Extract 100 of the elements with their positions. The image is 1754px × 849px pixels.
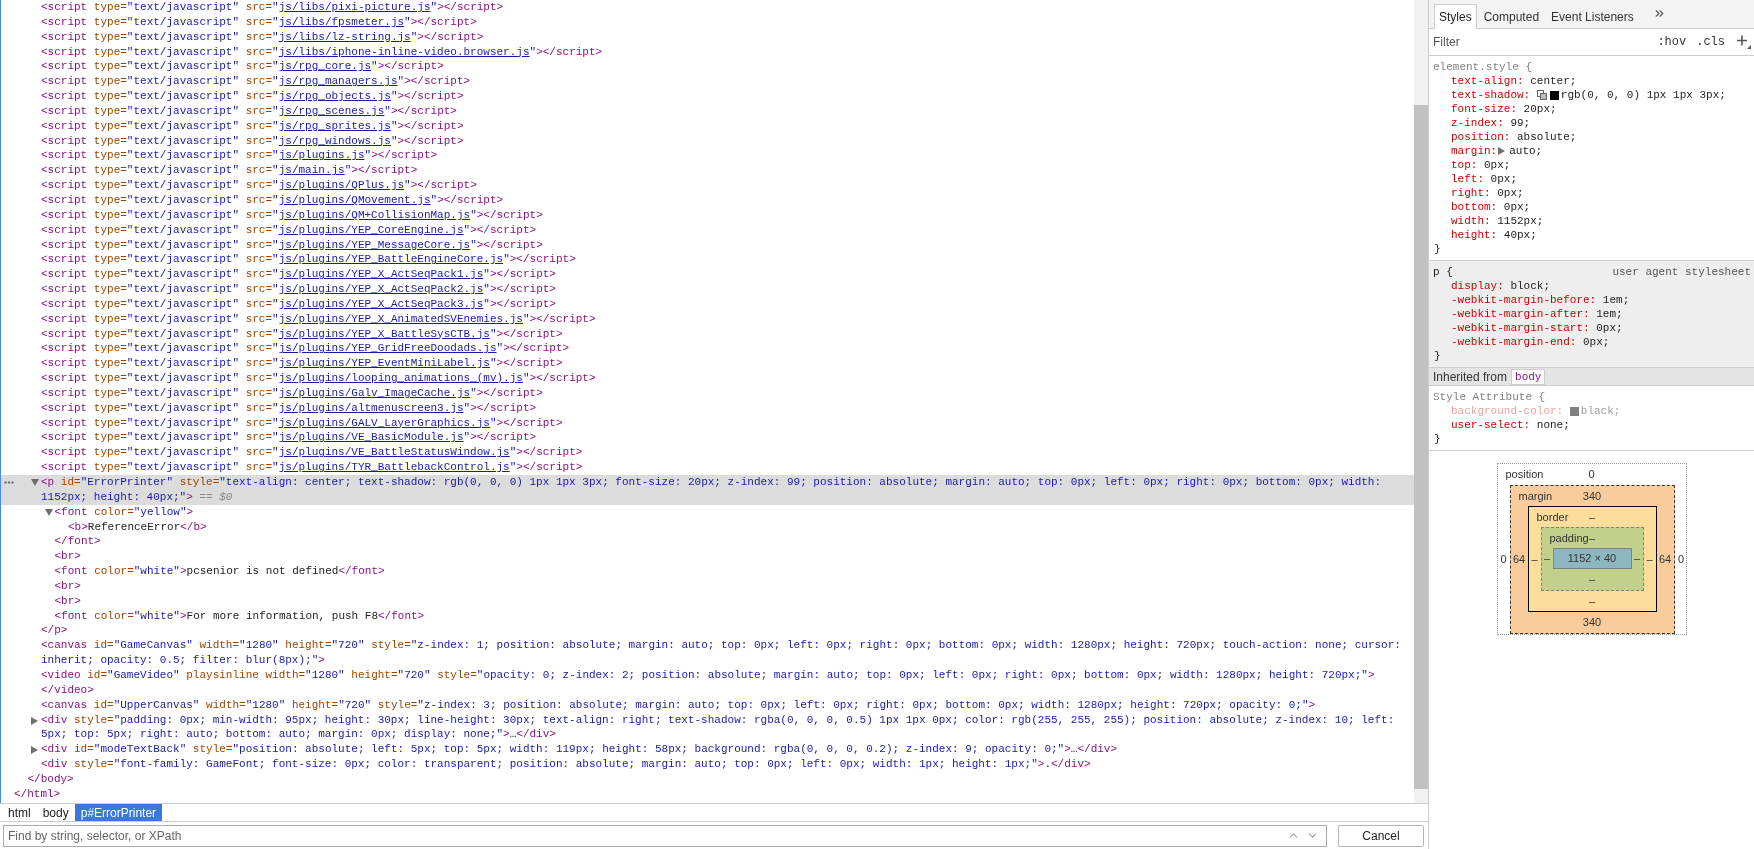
markup-text[interactable]: <script type="text/javascript" src=": [41, 253, 279, 266]
source-link[interactable]: js/plugins/YEP_X_ActSeqPack1.js: [278, 268, 484, 281]
source-link[interactable]: js/plugins/YEP_EventMiniLabel.js: [278, 357, 490, 370]
markup-text[interactable]: <script type="text/javascript" src=": [41, 179, 279, 192]
markup-text[interactable]: "></script>: [430, 1, 504, 13]
markup-text[interactable]: "></script>: [509, 461, 583, 474]
property-value[interactable]: block;: [1510, 279, 1550, 293]
markup-text[interactable]: <script type="text/javascript" src=": [41, 1, 279, 13]
box-model-value[interactable]: 340: [1582, 614, 1602, 631]
property-name[interactable]: -webkit-margin-end:: [1451, 335, 1577, 349]
markup-text[interactable]: "></script>: [489, 357, 563, 370]
property-value[interactable]: 99;: [1510, 116, 1531, 130]
property-name[interactable]: -webkit-margin-before:: [1451, 293, 1597, 307]
markup-text[interactable]: "></script>: [483, 297, 556, 310]
property-name[interactable]: left:: [1451, 172, 1484, 186]
markup-text[interactable]: "></script>: [390, 119, 464, 132]
markup-text[interactable]: "></script>: [503, 253, 576, 266]
source-link[interactable]: js/plugins/QPlus.js: [278, 179, 405, 192]
breadcrumb-item[interactable]: body: [36, 804, 75, 821]
property-name[interactable]: display:: [1451, 279, 1504, 293]
disclosure-triangle-icon[interactable]: [1498, 147, 1506, 155]
source-link[interactable]: js/plugins/GALV_LayerGraphics.js: [278, 416, 490, 429]
source-link[interactable]: js/plugins.js: [278, 149, 365, 162]
property-value[interactable]: none;: [1536, 418, 1570, 432]
source-link[interactable]: js/plugins/YEP_X_ActSeqPack3.js: [278, 297, 484, 310]
source-link[interactable]: js/plugins/YEP_BattleEngineCore.js: [278, 253, 504, 266]
markup-text[interactable]: </font>: [54, 534, 101, 550]
markup-text[interactable]: <script type="text/javascript" src=": [41, 193, 279, 206]
markup-text[interactable]: <script type="text/javascript" src=": [41, 238, 279, 251]
box-model-value[interactable]: 340: [1582, 487, 1602, 505]
source-link[interactable]: js/plugins/TYR_BattlebackControl.js: [278, 461, 510, 474]
markup-text[interactable]: <script type="text/javascript" src=": [41, 372, 279, 385]
filter-field[interactable]: Filter: [1429, 29, 1653, 55]
markup-text[interactable]: <script type="text/javascript" src=": [41, 223, 279, 236]
property-name[interactable]: font-size:: [1451, 102, 1517, 116]
property-value[interactable]: 0px;: [1503, 200, 1531, 214]
markup-text[interactable]: "></script>: [496, 342, 570, 355]
markup-text[interactable]: <canvas id="UpperCanvas" width="1280" height="720" style="z-index: 3; position: absolute; margin: auto; top: 0px; left: 0px; right: 0px; bottom: 0px; width: 1280px; height: 720px; opacity: 0;">: [41, 697, 1316, 713]
property-name[interactable]: -webkit-margin-after:: [1451, 307, 1590, 321]
markup-text[interactable]: "></script>: [364, 149, 438, 162]
markup-text[interactable]: <br>: [54, 593, 81, 609]
source-link[interactable]: js/plugins/VE_BattleStatusWindow.js: [278, 446, 510, 459]
markup-text[interactable]: <script type="text/javascript" src=": [41, 119, 279, 132]
rule-selector[interactable]: element.style {: [1433, 60, 1533, 74]
source-link[interactable]: js/plugins/YEP_MessageCore.js: [278, 238, 471, 251]
panel-tab[interactable]: Event Listeners: [1546, 4, 1639, 29]
box-model-value[interactable]: 0: [1500, 551, 1507, 568]
markup-text[interactable]: <script type="text/javascript" src=": [41, 416, 279, 429]
source-link[interactable]: js/rpg_managers.js: [278, 75, 398, 88]
property-value[interactable]: center;: [1530, 74, 1577, 88]
markup-text[interactable]: <div style="padding: 0px; min-width: 95px; height: 30px; line-height: 30px; text-align: right; text-shadow: rgba(0, 0, 0, 0.5) 1px 1px 0px; color: rgb(255, 255, 255); position: absolute; z-index: 10; left: 5px; top: 5px; right: auto; bottom: auto; margin: 0px; display: none;">…</div>: [41, 712, 1414, 743]
markup-text[interactable]: <b>ReferenceError</b>: [68, 519, 207, 535]
source-link[interactable]: js/rpg_windows.js: [278, 134, 391, 147]
property-name[interactable]: user-select:: [1451, 418, 1531, 432]
markup-text[interactable]: <script type="text/javascript" src=": [41, 312, 279, 325]
box-model-value[interactable]: 64: [1512, 550, 1526, 568]
markup-text[interactable]: "></script>: [470, 208, 543, 221]
source-link[interactable]: js/rpg_scenes.js: [278, 104, 385, 117]
source-link[interactable]: js/plugins/YEP_X_BattleSysCTB.js: [278, 327, 490, 340]
markup-text[interactable]: "></script>: [529, 45, 603, 58]
markup-text[interactable]: <script type="text/javascript" src=": [41, 149, 279, 162]
markup-text[interactable]: <font color="white">pcsenior is not defined</font>: [54, 564, 385, 579]
markup-text[interactable]: <script type="text/javascript" src=": [41, 297, 279, 310]
source-link[interactable]: js/plugins/QM+CollisionMap.js: [278, 208, 471, 221]
markup-text[interactable]: "></script>: [463, 401, 537, 414]
property-value[interactable]: 0px;: [1583, 335, 1610, 349]
source-link[interactable]: js/plugins/VE_BasicModule.js: [278, 431, 464, 444]
markup-text[interactable]: <script type="text/javascript" src=": [41, 431, 279, 444]
markup-text[interactable]: "></script>: [522, 372, 596, 385]
property-name[interactable]: width:: [1451, 214, 1491, 228]
property-value[interactable]: absolute;: [1517, 130, 1577, 144]
markup-text[interactable]: "></script>: [390, 134, 464, 147]
box-model-value[interactable]: –: [1588, 571, 1596, 588]
rule-selector[interactable]: Style Attribute {: [1433, 390, 1546, 404]
markup-text[interactable]: <script type="text/javascript" src=": [41, 15, 279, 28]
markup-text[interactable]: <script type="text/javascript" src=": [41, 357, 279, 370]
property-value[interactable]: 0px;: [1596, 321, 1623, 335]
markup-text[interactable]: "></script>: [470, 386, 543, 399]
markup-text[interactable]: "></script>: [509, 446, 583, 459]
element-link[interactable]: body: [1511, 368, 1546, 385]
color-swatch-icon[interactable]: [1569, 406, 1579, 416]
markup-text[interactable]: "></script>: [390, 90, 464, 103]
markup-text[interactable]: "></script>: [430, 193, 504, 206]
box-model-value[interactable]: 64: [1658, 550, 1672, 568]
property-name[interactable]: position:: [1451, 130, 1511, 144]
markup-text[interactable]: "></script>: [522, 312, 596, 325]
markup-text[interactable]: </p>: [41, 623, 68, 639]
markup-text[interactable]: "></script>: [489, 416, 563, 429]
source-link[interactable]: js/plugins/YEP_GridFreeDoodads.js: [278, 342, 497, 355]
markup-text[interactable]: <script type="text/javascript" src=": [41, 104, 279, 117]
markup-text[interactable]: "></script>: [470, 238, 543, 251]
panel-tab[interactable]: Styles: [1434, 4, 1477, 29]
markup-text[interactable]: "></script>: [371, 60, 444, 73]
source-link[interactable]: js/plugins/QMovement.js: [278, 193, 431, 206]
disclosure-triangle-icon[interactable]: [31, 479, 39, 486]
markup-text[interactable]: <canvas id="GameCanvas" width="1280" height="720" style="z-index: 1; position: absolute; margin: auto; top: 0px; left: 0px; right: 0px; bottom: 0px; width: 1280px; height: 720px; touch-action: none; cursor: inherit; opacity: 0.5; filter: blur(8px);">: [41, 638, 1414, 668]
source-link[interactable]: js/rpg_core.js: [278, 60, 372, 73]
property-name[interactable]: -webkit-margin-start:: [1451, 321, 1590, 335]
box-model-value[interactable]: 0: [1588, 466, 1595, 483]
markup-text[interactable]: <script type="text/javascript" src=": [41, 327, 279, 340]
